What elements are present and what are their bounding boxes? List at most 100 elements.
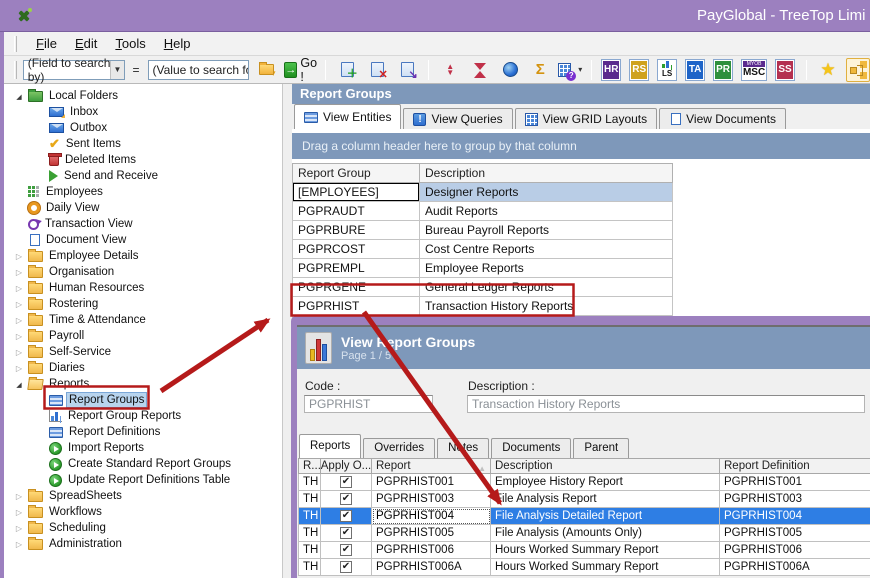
column-header-description[interactable]: Description (420, 163, 673, 183)
expand-collapse-button[interactable]: ▲▼ (438, 58, 462, 82)
module-badge[interactable]: TA (685, 59, 705, 81)
tree-item[interactable]: Reports (4, 376, 282, 392)
table-row[interactable]: TH PGPRHIST001 Employee History Report P… (298, 474, 870, 491)
tree-item[interactable]: Inbox (4, 104, 282, 120)
module-badge[interactable]: LS (657, 59, 677, 81)
table-row[interactable]: PGPRHIST Transaction History Reports (292, 297, 673, 316)
tree-expander-icon[interactable] (14, 492, 24, 501)
chevron-down-icon[interactable]: ▼ (110, 61, 123, 79)
tree-expander-icon[interactable] (14, 284, 24, 293)
calculator-button[interactable]: ▾ (558, 58, 582, 82)
chevron-down-icon[interactable]: ▾ (578, 65, 582, 74)
field-search-dropdown[interactable]: (Field to search by) ▼ (23, 60, 125, 80)
tree-item[interactable]: Self-Service (4, 344, 282, 360)
tree-expander-icon[interactable] (14, 92, 24, 101)
tree-item[interactable]: Daily View (4, 200, 282, 216)
dialog-tab[interactable]: Reports (299, 434, 361, 458)
dialog-tab[interactable]: Overrides (363, 438, 435, 458)
delete-record-button[interactable]: ✕ (365, 58, 389, 82)
web-button[interactable] (498, 58, 522, 82)
tree-item[interactable]: Local Folders (4, 88, 282, 104)
tree-item[interactable]: Transaction View (4, 216, 282, 232)
lookup-folder-button[interactable]: ▾ (255, 58, 279, 82)
tree-item[interactable]: Organisation (4, 264, 282, 280)
column-header-report-group[interactable]: Report Group (292, 163, 420, 183)
apply-overrides-checkbox[interactable] (340, 510, 352, 522)
table-row[interactable]: PGPRBURE Bureau Payroll Reports (292, 221, 673, 240)
tree-expander-icon[interactable] (14, 316, 24, 325)
code-field[interactable]: PGPRHIST (304, 395, 433, 413)
table-row[interactable]: PGPRAUDT Audit Reports (292, 202, 673, 221)
tree-item[interactable]: Time & Attendance (4, 312, 282, 328)
module-badge[interactable]: HR (601, 59, 621, 81)
toolbar-grip[interactable] (14, 36, 17, 52)
tree-item[interactable]: Diaries (4, 360, 282, 376)
module-badge[interactable]: SS (775, 59, 795, 81)
tree-item[interactable]: Import Reports (4, 440, 282, 456)
wait-button[interactable] (468, 58, 492, 82)
table-row[interactable]: PGPREMPL Employee Reports (292, 259, 673, 278)
tree-item[interactable]: Human Resources (4, 280, 282, 296)
dialog-tab[interactable]: Documents (491, 438, 571, 458)
apply-overrides-checkbox[interactable] (340, 476, 352, 488)
panel-tab[interactable]: View Documents (659, 108, 786, 129)
panel-tab[interactable]: View Queries (403, 108, 512, 129)
tree-item[interactable]: Create Standard Report Groups (4, 456, 282, 472)
tree-expander-icon[interactable] (14, 540, 24, 549)
module-badge[interactable]: MYOB MSC (741, 59, 767, 81)
tree-expander-icon[interactable] (14, 300, 24, 309)
apply-overrides-checkbox[interactable] (340, 527, 352, 539)
table-row[interactable]: PGPRCOST Cost Centre Reports (292, 240, 673, 259)
tree-item[interactable]: Scheduling (4, 520, 282, 536)
table-row[interactable]: TH PGPRHIST006 Hours Worked Summary Repo… (298, 542, 870, 559)
tree-expander-icon[interactable] (14, 268, 24, 277)
value-search-input[interactable]: (Value to search for) (148, 60, 250, 80)
column-header-description[interactable]: Description (491, 458, 720, 474)
column-header-apply[interactable]: Apply O... (321, 458, 372, 474)
go-button[interactable]: → Go ! (285, 58, 316, 82)
panel-tab[interactable]: View Entities (294, 104, 401, 129)
menu-item[interactable]: Tools (106, 33, 154, 55)
table-row[interactable]: TH PGPRHIST004 File Analysis Detailed Re… (298, 508, 870, 525)
tree-item[interactable]: Deleted Items (4, 152, 282, 168)
column-header-report-definition[interactable]: Report Definition (720, 458, 870, 474)
description-field[interactable]: Transaction History Reports (467, 395, 865, 413)
tree-item[interactable]: Payroll (4, 328, 282, 344)
menu-item[interactable]: Edit (66, 33, 106, 55)
tree-item[interactable]: Employees (4, 184, 282, 200)
tree-item[interactable]: Rostering (4, 296, 282, 312)
table-row[interactable]: TH PGPRHIST005 File Analysis (Amounts On… (298, 525, 870, 542)
sum-button[interactable] (528, 58, 552, 82)
org-chart-button[interactable] (846, 58, 870, 82)
tree-item[interactable]: Report Definitions (4, 424, 282, 440)
tree-item[interactable]: Report Group Reports (4, 408, 282, 424)
dialog-tab[interactable]: Parent (573, 438, 629, 458)
panel-tab[interactable]: View GRID Layouts (515, 108, 658, 129)
column-header-report[interactable]: Report (372, 458, 491, 474)
tree-item[interactable]: Report Groups (4, 392, 282, 408)
menu-item[interactable]: Help (155, 33, 200, 55)
tree-item[interactable]: Sent Items (4, 136, 282, 152)
table-row[interactable]: [EMPLOYEES] Designer Reports (292, 183, 673, 202)
toolbar-grip[interactable] (14, 61, 17, 79)
tree-expander-icon[interactable] (14, 364, 24, 373)
tree-item[interactable]: Employee Details (4, 248, 282, 264)
tree-item[interactable]: Update Report Definitions Table (4, 472, 282, 488)
table-row[interactable]: PGPRGENE General Ledger Reports (292, 278, 673, 297)
module-badge[interactable]: RS (629, 59, 649, 81)
tree-expander-icon[interactable] (14, 348, 24, 357)
tree-item[interactable]: Outbox (4, 120, 282, 136)
menu-item[interactable]: File (27, 33, 66, 55)
tree-expander-icon[interactable] (14, 524, 24, 533)
table-row[interactable]: TH PGPRHIST006A Hours Worked Summary Rep… (298, 559, 870, 576)
column-header-rg[interactable]: R... (298, 458, 321, 474)
tree-expander-icon[interactable] (14, 252, 24, 261)
dialog-tab[interactable]: Notes (437, 438, 489, 458)
tree-expander-icon[interactable] (14, 380, 24, 389)
tree-item[interactable]: Workflows (4, 504, 282, 520)
table-row[interactable]: TH PGPRHIST003 File Analysis Report PGPR… (298, 491, 870, 508)
apply-overrides-checkbox[interactable] (340, 493, 352, 505)
tree-item[interactable]: Administration (4, 536, 282, 552)
group-by-bar[interactable]: Drag a column header here to group by th… (292, 133, 870, 159)
tree-expander-icon[interactable] (14, 508, 24, 517)
